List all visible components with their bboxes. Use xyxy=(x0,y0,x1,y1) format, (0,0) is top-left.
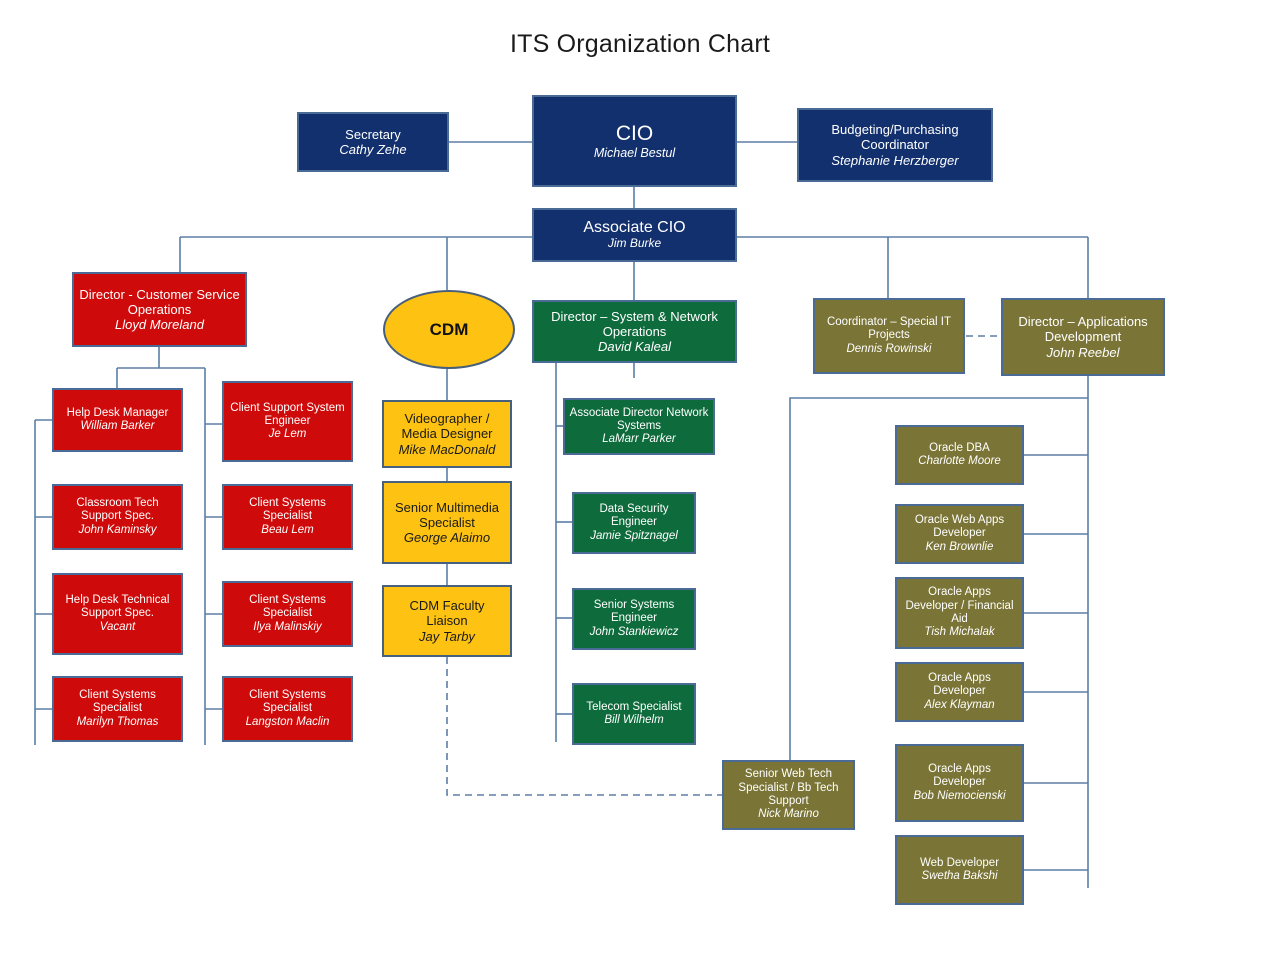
node-role: Client Systems Specialist xyxy=(249,594,326,620)
node-role: Oracle DBA xyxy=(929,441,990,454)
node-role: Associate Director Network Systems xyxy=(569,406,709,432)
node-role: Client Systems Specialist xyxy=(249,689,326,715)
node-person: Ilya Malinskiy xyxy=(253,620,322,633)
node-person: William Barker xyxy=(80,420,155,432)
node-person: John Reebel xyxy=(1046,344,1120,360)
node-person: Michael Bestul xyxy=(593,145,676,160)
node-senior-systems-engineer[interactable]: Senior Systems Engineer John Stankiewicz xyxy=(572,588,696,650)
node-role: Videographer / Media Designer xyxy=(401,411,493,442)
node-person: Alex Klayman xyxy=(924,698,995,711)
node-person: Swetha Bakshi xyxy=(921,870,998,882)
node-client-support-system-engineer[interactable]: Client Support System Engineer Je Lem xyxy=(222,381,353,462)
node-role: Client Systems Specialist xyxy=(79,689,156,715)
node-role: Classroom Tech Support Spec. xyxy=(76,497,159,523)
node-role: Data Security Engineer xyxy=(599,503,669,529)
node-role: Director – Applications Development xyxy=(1018,314,1148,345)
node-role: Telecom Specialist xyxy=(586,700,682,713)
node-associate-cio[interactable]: Associate CIO Jim Burke xyxy=(532,208,737,262)
node-person: David Kaleal xyxy=(598,339,671,355)
node-budgeting-purchasing-coordinator[interactable]: Budgeting/Purchasing Coordinator Stephan… xyxy=(797,108,993,182)
node-person: Lloyd Moreland xyxy=(115,317,204,333)
node-person: Langston Maclin xyxy=(245,715,330,728)
node-role: Budgeting/Purchasing Coordinator xyxy=(831,122,959,153)
node-person: Jim Burke xyxy=(607,236,662,251)
node-oracle-apps-developer-bob-niemocienski[interactable]: Oracle Apps Developer Bob Niemocienski xyxy=(895,744,1024,822)
node-help-desk-manager[interactable]: Help Desk Manager William Barker xyxy=(52,388,183,452)
node-coordinator-special-it-projects[interactable]: Coordinator – Special IT Projects Dennis… xyxy=(813,298,965,374)
node-director-applications-development[interactable]: Director – Applications Development John… xyxy=(1001,298,1165,376)
node-person: Cathy Zehe xyxy=(339,142,407,157)
node-person: Vacant xyxy=(99,620,136,633)
node-director-customer-service-operations[interactable]: Director - Customer Service Operations L… xyxy=(72,272,247,347)
node-senior-web-tech-specialist[interactable]: Senior Web Tech Specialist / Bb Tech Sup… xyxy=(722,760,855,830)
page-title: ITS Organization Chart xyxy=(509,30,771,58)
node-person: Nick Marino xyxy=(758,808,819,821)
node-person: Ken Brownlie xyxy=(925,540,994,553)
node-role: Client Support System Engineer xyxy=(230,401,345,427)
node-person: Marilyn Thomas xyxy=(76,715,159,728)
node-role: Help Desk Technical Support Spec. xyxy=(65,594,170,620)
node-role: Senior Systems Engineer xyxy=(593,599,675,625)
node-person: Bob Niemocienski xyxy=(913,789,1006,802)
node-person: Tish Michalak xyxy=(924,626,995,639)
node-oracle-web-apps-developer[interactable]: Oracle Web Apps Developer Ken Brownlie xyxy=(895,504,1024,564)
node-person: Jay Tarby xyxy=(419,628,475,644)
node-role: Oracle Apps Developer / Financial Aid xyxy=(905,586,1014,625)
node-oracle-apps-developer-alex-klayman[interactable]: Oracle Apps Developer Alex Klayman xyxy=(895,662,1024,722)
node-role: Client Systems Specialist xyxy=(249,497,326,523)
node-client-systems-specialist-ilya-malinskiy[interactable]: Client Systems Specialist Ilya Malinskiy xyxy=(222,581,353,647)
node-role: Associate CIO xyxy=(583,218,686,236)
node-person: Dennis Rowinski xyxy=(846,342,932,355)
node-person: Jamie Spitznagel xyxy=(590,529,678,542)
node-role: CDM Faculty Liaison xyxy=(409,598,485,629)
node-person: Beau Lem xyxy=(261,523,314,536)
node-person: John Kaminsky xyxy=(78,523,157,536)
node-secretary[interactable]: Secretary Cathy Zehe xyxy=(297,112,449,172)
node-associate-director-network-systems[interactable]: Associate Director Network Systems LaMar… xyxy=(563,398,715,455)
org-chart-canvas: ITS Organization Chart Secretary Cathy Z… xyxy=(0,0,1280,960)
node-role: CIO xyxy=(615,121,654,145)
node-role: Director – System & Network Operations xyxy=(551,308,718,339)
node-person: Stephanie Herzberger xyxy=(831,152,959,168)
node-role: Senior Multimedia Specialist xyxy=(394,499,500,530)
node-person: Je Lem xyxy=(268,428,307,441)
node-data-security-engineer[interactable]: Data Security Engineer Jamie Spitznagel xyxy=(572,492,696,554)
node-oracle-apps-developer-financial-aid[interactable]: Oracle Apps Developer / Financial Aid Ti… xyxy=(895,577,1024,649)
node-help-desk-technical-support-spec[interactable]: Help Desk Technical Support Spec. Vacant xyxy=(52,573,183,655)
node-cdm[interactable]: CDM xyxy=(383,290,515,369)
node-role: Coordinator – Special IT Projects xyxy=(826,316,951,342)
node-role: Help Desk Manager xyxy=(66,406,169,419)
node-person: George Alaimo xyxy=(403,530,491,546)
node-person: Bill Wilhelm xyxy=(604,714,664,726)
node-role: Oracle Apps Developer xyxy=(928,763,991,789)
node-classroom-tech-support-spec[interactable]: Classroom Tech Support Spec. John Kamins… xyxy=(52,484,183,550)
node-person: John Stankiewicz xyxy=(589,625,679,638)
node-role: Secretary xyxy=(345,126,401,142)
node-client-systems-specialist-beau-lem[interactable]: Client Systems Specialist Beau Lem xyxy=(222,484,353,550)
node-director-system-network-operations[interactable]: Director – System & Network Operations D… xyxy=(532,300,737,363)
node-role: CDM xyxy=(429,319,469,339)
node-role: Web Developer xyxy=(919,856,1000,869)
node-cio[interactable]: CIO Michael Bestul xyxy=(532,95,737,187)
node-videographer-media-designer[interactable]: Videographer / Media Designer Mike MacDo… xyxy=(382,400,512,468)
node-person: LaMarr Parker xyxy=(602,433,676,446)
node-client-systems-specialist-langston-maclin[interactable]: Client Systems Specialist Langston Macli… xyxy=(222,676,353,742)
node-client-systems-specialist-marilyn-thomas[interactable]: Client Systems Specialist Marilyn Thomas xyxy=(52,676,183,742)
node-oracle-dba[interactable]: Oracle DBA Charlotte Moore xyxy=(895,425,1024,485)
node-web-developer[interactable]: Web Developer Swetha Bakshi xyxy=(895,835,1024,905)
node-role: Director - Customer Service Operations xyxy=(79,286,240,317)
node-role: Oracle Apps Developer xyxy=(928,672,991,698)
node-role: Senior Web Tech Specialist / Bb Tech Sup… xyxy=(738,768,839,807)
node-senior-multimedia-specialist[interactable]: Senior Multimedia Specialist George Alai… xyxy=(382,481,512,564)
node-person: Mike MacDonald xyxy=(398,441,496,457)
node-telecom-specialist[interactable]: Telecom Specialist Bill Wilhelm xyxy=(572,683,696,745)
node-person: Charlotte Moore xyxy=(918,455,1001,467)
node-cdm-faculty-liaison[interactable]: CDM Faculty Liaison Jay Tarby xyxy=(382,585,512,657)
node-role: Oracle Web Apps Developer xyxy=(914,514,1005,540)
